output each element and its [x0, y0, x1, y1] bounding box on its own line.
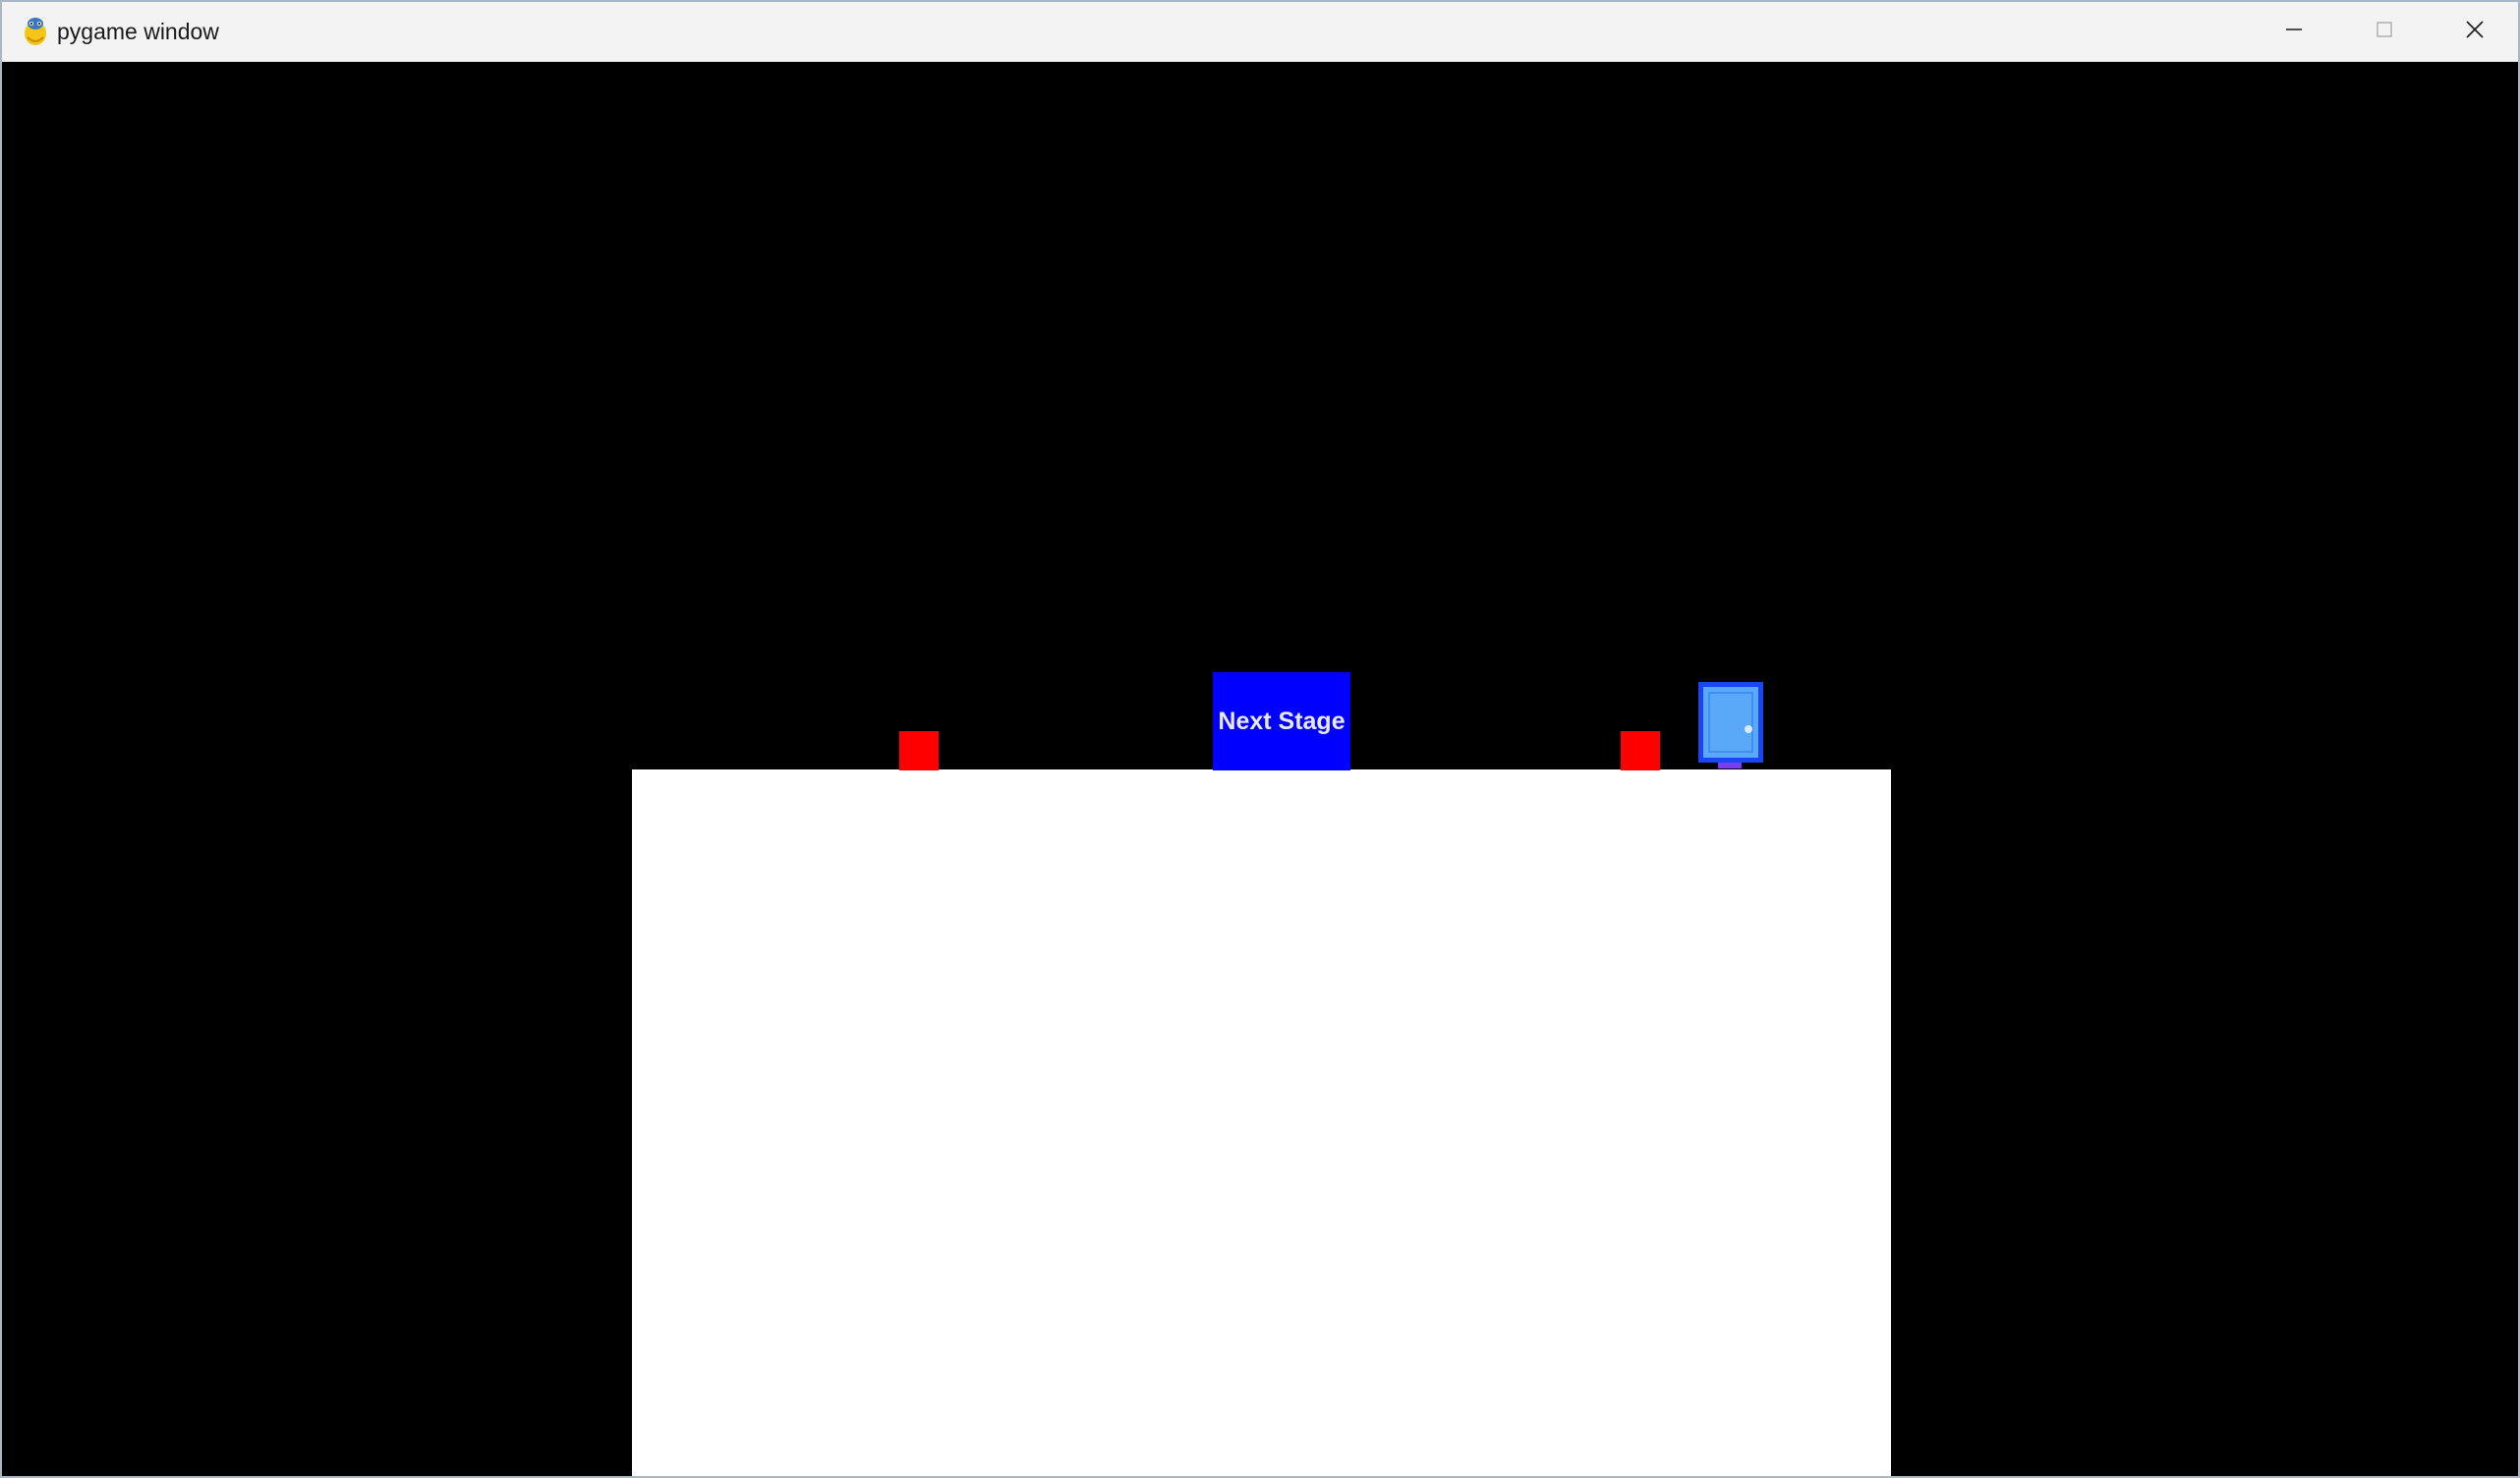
game-canvas[interactable]: Next Stage: [2, 62, 2518, 1476]
close-icon: [2464, 19, 2486, 45]
app-window: pygame window Next Stage: [0, 0, 2520, 1478]
maximize-icon: [2375, 20, 2394, 44]
door-icon[interactable]: [1698, 682, 1763, 763]
pygame-snake-icon: [20, 16, 51, 47]
red-block-hazard: [899, 731, 939, 770]
window-title: pygame window: [57, 19, 219, 44]
close-button[interactable]: [2430, 2, 2518, 61]
minimize-button[interactable]: [2249, 2, 2339, 61]
minimize-icon: [2284, 20, 2304, 44]
ground-platform: [632, 769, 1891, 1476]
next-stage-label: Next Stage: [1218, 707, 1346, 735]
door-knob: [1745, 725, 1752, 733]
next-stage-button[interactable]: Next Stage: [1213, 672, 1350, 770]
door-panel: [1708, 692, 1753, 753]
title-bar[interactable]: pygame window: [2, 2, 2518, 62]
maximize-button[interactable]: [2339, 2, 2430, 61]
door-threshold: [1718, 763, 1742, 768]
red-block-hazard: [1621, 731, 1660, 770]
